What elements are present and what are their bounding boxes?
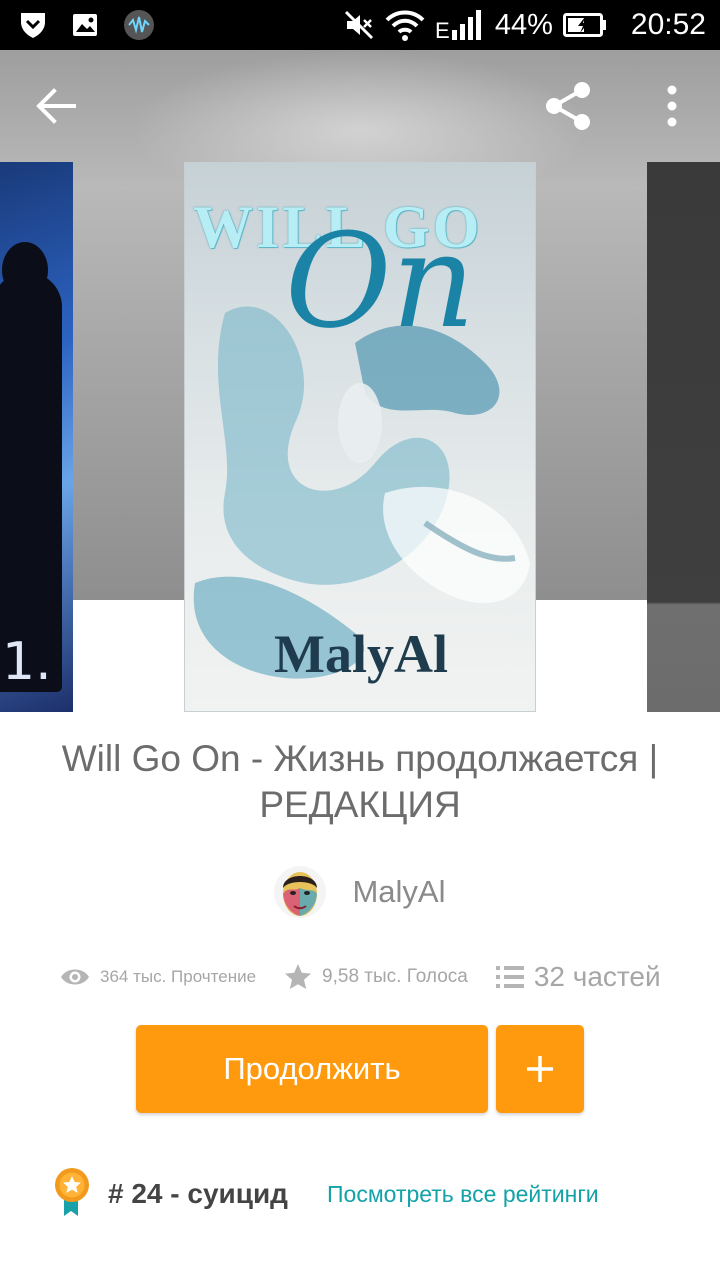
author-row[interactable]: MalyAl: [0, 862, 720, 922]
more-vertical-icon: [667, 85, 677, 127]
votes-stat: 9,58 тыс. Голоса: [284, 963, 468, 991]
story-stats: 364 тыс. Прочтение 9,58 тыс. Голоса 32 ч…: [0, 952, 720, 1002]
svg-text:E: E: [435, 18, 450, 42]
cover-previous-story[interactable]: 1.: [0, 162, 73, 712]
cover-current-story[interactable]: WILL GO On MalyAl: [184, 162, 536, 712]
image-icon: [70, 10, 100, 40]
add-to-library-button[interactable]: [496, 1025, 584, 1113]
cover-peek-text: 1.: [2, 632, 52, 692]
status-bar: E 44% 20:52: [0, 0, 720, 50]
battery-percent: 44%: [494, 8, 553, 41]
clock: 20:52: [630, 8, 706, 41]
wifi-icon: [385, 8, 425, 42]
votes-count: 9,58 тыс. Голоса: [322, 966, 468, 987]
view-all-rankings-link[interactable]: Посмотреть все рейтинги: [327, 1181, 599, 1208]
ranking-label: # 24 - суицид: [108, 1178, 288, 1209]
cover-author-text: MalyAl: [274, 624, 448, 684]
reads-count: 364 тыс. Прочтение: [100, 967, 257, 986]
cover-next-story[interactable]: [647, 162, 720, 712]
reads-stat: 364 тыс. Прочтение: [60, 966, 256, 988]
doctor-silhouette-art: [0, 242, 62, 692]
plus-icon: [527, 1056, 553, 1082]
parts-count: 32 частей: [533, 961, 661, 992]
eye-icon: [61, 969, 89, 985]
cover-title-script: On: [285, 205, 476, 357]
ranking-row: # 24 - суицид Посмотреть все рейтинги: [54, 1166, 694, 1222]
back-button[interactable]: [34, 86, 78, 126]
list-icon: [495, 966, 524, 988]
parts-stat[interactable]: 32 частей: [495, 961, 661, 993]
arrow-left-icon: [36, 88, 76, 124]
audio-app-icon: [122, 8, 156, 42]
story-title: Will Go On - Жизнь продолжается | РЕДАКЦ…: [61, 738, 659, 825]
share-button[interactable]: [542, 80, 594, 132]
ranking-badge-icon: [55, 1168, 89, 1216]
battery-charging-icon: [562, 12, 607, 38]
shield-icon: [18, 10, 48, 40]
share-icon: [546, 82, 590, 130]
mute-icon: [343, 9, 375, 41]
more-options-button[interactable]: [660, 84, 684, 128]
signal-icon: E: [435, 8, 485, 42]
continue-reading-button[interactable]: Продолжить: [136, 1025, 488, 1113]
app-bar: [0, 50, 720, 160]
star-icon: [285, 964, 312, 989]
avatar[interactable]: [274, 866, 327, 918]
author-name-link[interactable]: MalyAl: [352, 874, 445, 910]
